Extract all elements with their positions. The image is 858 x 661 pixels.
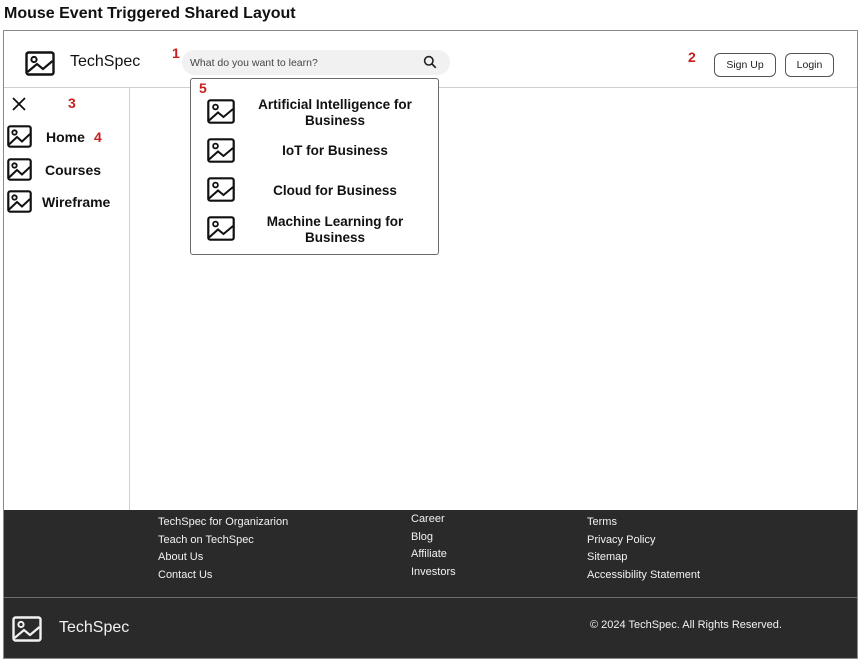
footer-link-about[interactable]: About Us: [158, 549, 288, 567]
sidebar-item-wireframe[interactable]: Wireframe: [7, 190, 125, 216]
footer-link-teach[interactable]: Teach on TechSpec: [158, 532, 288, 550]
sidebar-item-label: Wireframe: [42, 194, 111, 210]
search-icon[interactable]: [423, 55, 437, 69]
dropdown-item-label: Cloud for Business: [273, 183, 397, 198]
sidebar-item-label: Home: [46, 129, 85, 145]
footer-link-organization[interactable]: TechSpec for Organizarion: [158, 514, 288, 532]
annotation-marker-3: 3: [68, 95, 76, 111]
footer-link-investors[interactable]: Investors: [411, 564, 456, 582]
footer-link-sitemap[interactable]: Sitemap: [587, 549, 700, 567]
dropdown-item-iot[interactable]: IoT for Business: [191, 137, 438, 167]
sign-up-button[interactable]: Sign Up: [714, 53, 776, 77]
search-dropdown: 5 Artificial Intelligence for Business I…: [190, 78, 439, 255]
brand-name[interactable]: TechSpec: [70, 53, 140, 71]
footer-link-terms[interactable]: Terms: [587, 514, 700, 532]
image-icon: [7, 158, 32, 181]
footer-link-accessibility[interactable]: Accessibility Statement: [587, 567, 700, 585]
footer-link-blog[interactable]: Blog: [411, 529, 456, 547]
footer-link-privacy[interactable]: Privacy Policy: [587, 532, 700, 550]
dropdown-item-label: Machine Learning for Business: [266, 214, 404, 245]
image-icon: [7, 125, 32, 148]
dropdown-item-label: Artificial Intelligence for Business: [258, 97, 412, 128]
copyright-text: © 2024 TechSpec. All Rights Reserved.: [590, 619, 782, 631]
image-icon: [7, 190, 32, 213]
image-icon: [207, 138, 235, 163]
annotation-marker-2: 2: [688, 49, 696, 65]
image-icon: [207, 177, 235, 202]
login-button[interactable]: Login: [785, 53, 834, 77]
footer-link-contact[interactable]: Contact Us: [158, 567, 288, 585]
dropdown-item-ml[interactable]: Machine Learning for Business: [191, 210, 438, 250]
close-icon[interactable]: [11, 96, 27, 112]
sidebar-item-courses[interactable]: Courses: [7, 158, 125, 184]
search-bar[interactable]: [182, 50, 450, 75]
footer-brand-name[interactable]: TechSpec: [59, 619, 129, 637]
footer-divider: [4, 597, 857, 598]
search-input[interactable]: [190, 53, 415, 72]
footer-logo-image-icon[interactable]: [12, 616, 42, 642]
sidebar-item-label: Courses: [45, 162, 102, 178]
annotation-marker-4: 4: [94, 129, 102, 145]
dropdown-item-label: IoT for Business: [282, 143, 388, 158]
annotation-marker-1: 1: [172, 45, 180, 61]
image-icon: [207, 99, 235, 124]
sidebar-item-home[interactable]: Home 4: [7, 125, 125, 151]
footer: TechSpec for Organizarion Teach on TechS…: [4, 510, 857, 658]
dropdown-item-cloud[interactable]: Cloud for Business: [191, 176, 438, 206]
image-icon: [207, 216, 235, 241]
dropdown-item-ai[interactable]: Artificial Intelligence for Business: [191, 91, 438, 131]
footer-column-legal: Terms Privacy Policy Sitemap Accessibili…: [587, 514, 700, 584]
footer-link-affiliate[interactable]: Affiliate: [411, 546, 456, 564]
sidebar: 3 Home 4 Courses Wireframe: [4, 88, 130, 510]
page-title: Mouse Event Triggered Shared Layout: [4, 5, 296, 22]
footer-link-career[interactable]: Career: [411, 511, 456, 529]
footer-column-careers: Career Blog Affiliate Investors: [411, 511, 456, 581]
wireframe-frame: TechSpec 1 2 Sign Up Login 3 Home 4: [3, 30, 858, 659]
logo-image-icon[interactable]: [25, 51, 55, 76]
footer-column-company: TechSpec for Organizarion Teach on TechS…: [158, 514, 288, 584]
